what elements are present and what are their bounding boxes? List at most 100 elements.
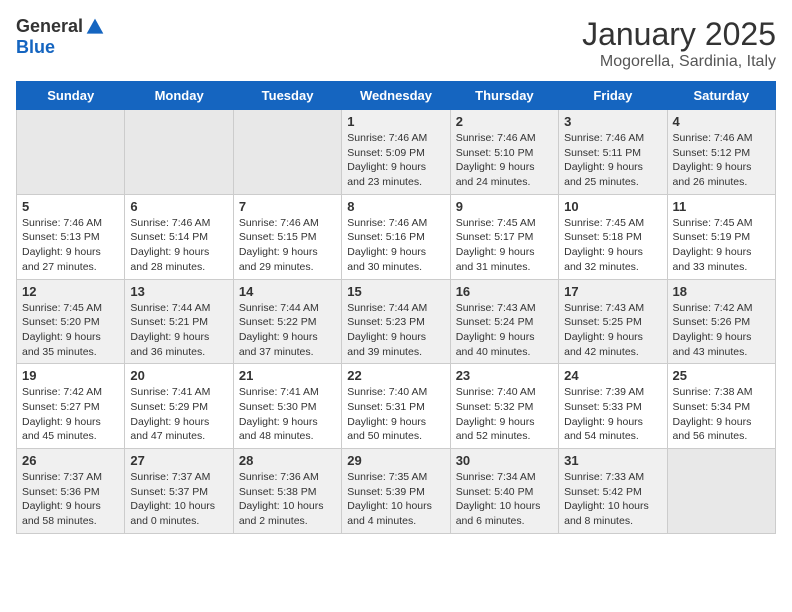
day-number: 29 [347,453,444,468]
calendar-cell: 17 Sunrise: 7:43 AMSunset: 5:25 PMDayligh… [559,279,667,364]
day-number: 23 [456,368,553,383]
calendar-cell: 21Sunrise: 7:41 AMSunset: 5:30 PMDayligh… [233,364,341,449]
calendar-cell: 28Sunrise: 7:36 AMSunset: 5:38 PMDayligh… [233,449,341,534]
calendar-title: January 2025 [582,16,776,53]
title-section: January 2025 Mogorella, Sardinia, Italy [582,16,776,71]
day-info: Sunrise: 7:39 AMSunset: 5:33 PMDaylight:… [564,385,661,444]
day-number: 24 [564,368,661,383]
day-number: 16 [456,284,553,299]
header-friday: Friday [559,82,667,110]
day-number: 21 [239,368,336,383]
day-number: 3 [564,114,661,129]
day-number: 2 [456,114,553,129]
header-tuesday: Tuesday [233,82,341,110]
day-info: Sunrise: 7:46 AMSunset: 5:13 PMDaylight:… [22,216,119,275]
day-number: 7 [239,199,336,214]
calendar-week-row: 1 Sunrise: 7:46 AMSunset: 5:09 PMDaylight… [17,110,776,195]
calendar-cell: 14 Sunrise: 7:44 AMSunset: 5:22 PMDayligh… [233,279,341,364]
day-number: 25 [673,368,770,383]
day-info: Sunrise: 7:45 AMSunset: 5:20 PMDaylight:… [22,301,119,360]
day-number: 11 [673,199,770,214]
day-number: 30 [456,453,553,468]
calendar-cell: 11 Sunrise: 7:45 AMSunset: 5:19 PMDayligh… [667,194,775,279]
calendar-cell: 16 Sunrise: 7:43 AMSunset: 5:24 PMDayligh… [450,279,558,364]
day-info: Sunrise: 7:44 AMSunset: 5:21 PMDaylight:… [130,301,227,360]
day-info: Sunrise: 7:46 AMSunset: 5:16 PMDaylight:… [347,216,444,275]
day-number: 10 [564,199,661,214]
day-number: 19 [22,368,119,383]
day-info: Sunrise: 7:45 AMSunset: 5:19 PMDaylight:… [673,216,770,275]
day-info: Sunrise: 7:40 AMSunset: 5:32 PMDaylight:… [456,385,553,444]
day-number: 12 [22,284,119,299]
calendar-cell: 30 Sunrise: 7:34 AMSunset: 5:40 PMDayligh… [450,449,558,534]
day-info: Sunrise: 7:43 AMSunset: 5:25 PMDaylight:… [564,301,661,360]
calendar-cell: 2 Sunrise: 7:46 AMSunset: 5:10 PMDaylight… [450,110,558,195]
calendar-cell: 20Sunrise: 7:41 AMSunset: 5:29 PMDayligh… [125,364,233,449]
weekday-header-row: Sunday Monday Tuesday Wednesday Thursday… [17,82,776,110]
day-info: Sunrise: 7:38 AMSunset: 5:34 PMDaylight:… [673,385,770,444]
calendar-cell: 19 Sunrise: 7:42 AMSunset: 5:27 PMDayligh… [17,364,125,449]
day-number: 8 [347,199,444,214]
day-number: 9 [456,199,553,214]
calendar-cell: 31Sunrise: 7:33 AMSunset: 5:42 PMDayligh… [559,449,667,534]
calendar-cell: 10 Sunrise: 7:45 AMSunset: 5:18 PMDayligh… [559,194,667,279]
day-info: Sunrise: 7:46 AMSunset: 5:14 PMDaylight:… [130,216,227,275]
day-number: 5 [22,199,119,214]
day-info: Sunrise: 7:37 AMSunset: 5:37 PMDaylight:… [130,470,227,529]
day-info: Sunrise: 7:46 AMSunset: 5:11 PMDaylight:… [564,131,661,190]
day-number: 15 [347,284,444,299]
calendar-cell: 18Sunrise: 7:42 AMSunset: 5:26 PMDayligh… [667,279,775,364]
header-thursday: Thursday [450,82,558,110]
calendar-cell: 24 Sunrise: 7:39 AMSunset: 5:33 PMDayligh… [559,364,667,449]
calendar-cell: 13Sunrise: 7:44 AMSunset: 5:21 PMDayligh… [125,279,233,364]
day-number: 27 [130,453,227,468]
calendar-cell [233,110,341,195]
day-info: Sunrise: 7:45 AMSunset: 5:18 PMDaylight:… [564,216,661,275]
day-info: Sunrise: 7:34 AMSunset: 5:40 PMDaylight:… [456,470,553,529]
calendar-cell: 3 Sunrise: 7:46 AMSunset: 5:11 PMDaylight… [559,110,667,195]
day-number: 1 [347,114,444,129]
calendar-cell: 15Sunrise: 7:44 AMSunset: 5:23 PMDayligh… [342,279,450,364]
calendar-cell [125,110,233,195]
calendar-cell: 23 Sunrise: 7:40 AMSunset: 5:32 PMDayligh… [450,364,558,449]
day-info: Sunrise: 7:46 AMSunset: 5:15 PMDaylight:… [239,216,336,275]
calendar-week-row: 12 Sunrise: 7:45 AMSunset: 5:20 PMDayligh… [17,279,776,364]
day-number: 6 [130,199,227,214]
calendar-cell: 29Sunrise: 7:35 AMSunset: 5:39 PMDayligh… [342,449,450,534]
day-number: 31 [564,453,661,468]
calendar-cell: 25 Sunrise: 7:38 AMSunset: 5:34 PMDayligh… [667,364,775,449]
day-info: Sunrise: 7:37 AMSunset: 5:36 PMDaylight:… [22,470,119,529]
day-info: Sunrise: 7:45 AMSunset: 5:17 PMDaylight:… [456,216,553,275]
day-info: Sunrise: 7:41 AMSunset: 5:29 PMDaylight:… [130,385,227,444]
calendar-cell: 5 Sunrise: 7:46 AMSunset: 5:13 PMDaylight… [17,194,125,279]
calendar-cell: 6 Sunrise: 7:46 AMSunset: 5:14 PMDaylight… [125,194,233,279]
calendar-week-row: 5 Sunrise: 7:46 AMSunset: 5:13 PMDaylight… [17,194,776,279]
calendar-cell: 7 Sunrise: 7:46 AMSunset: 5:15 PMDaylight… [233,194,341,279]
day-number: 17 [564,284,661,299]
logo: General Blue [16,16,105,58]
calendar-week-row: 26Sunrise: 7:37 AMSunset: 5:36 PMDayligh… [17,449,776,534]
calendar-table: Sunday Monday Tuesday Wednesday Thursday… [16,81,776,534]
day-info: Sunrise: 7:40 AMSunset: 5:31 PMDaylight:… [347,385,444,444]
calendar-cell: 27 Sunrise: 7:37 AMSunset: 5:37 PMDayligh… [125,449,233,534]
day-info: Sunrise: 7:44 AMSunset: 5:22 PMDaylight:… [239,301,336,360]
day-number: 22 [347,368,444,383]
day-info: Sunrise: 7:42 AMSunset: 5:26 PMDaylight:… [673,301,770,360]
day-info: Sunrise: 7:43 AMSunset: 5:24 PMDaylight:… [456,301,553,360]
calendar-cell: 9 Sunrise: 7:45 AMSunset: 5:17 PMDaylight… [450,194,558,279]
calendar-cell: 12 Sunrise: 7:45 AMSunset: 5:20 PMDayligh… [17,279,125,364]
day-number: 28 [239,453,336,468]
day-info: Sunrise: 7:42 AMSunset: 5:27 PMDaylight:… [22,385,119,444]
calendar-cell: 22 Sunrise: 7:40 AMSunset: 5:31 PMDayligh… [342,364,450,449]
calendar-cell: 4Sunrise: 7:46 AMSunset: 5:12 PMDaylight… [667,110,775,195]
day-number: 14 [239,284,336,299]
logo-icon [85,17,105,37]
day-info: Sunrise: 7:46 AMSunset: 5:09 PMDaylight:… [347,131,444,190]
page-header: General Blue January 2025 Mogorella, Sar… [16,16,776,71]
header-saturday: Saturday [667,82,775,110]
logo-blue-text: Blue [16,37,55,58]
day-info: Sunrise: 7:46 AMSunset: 5:10 PMDaylight:… [456,131,553,190]
calendar-cell: 1 Sunrise: 7:46 AMSunset: 5:09 PMDaylight… [342,110,450,195]
calendar-cell [667,449,775,534]
calendar-cell: 26Sunrise: 7:37 AMSunset: 5:36 PMDayligh… [17,449,125,534]
